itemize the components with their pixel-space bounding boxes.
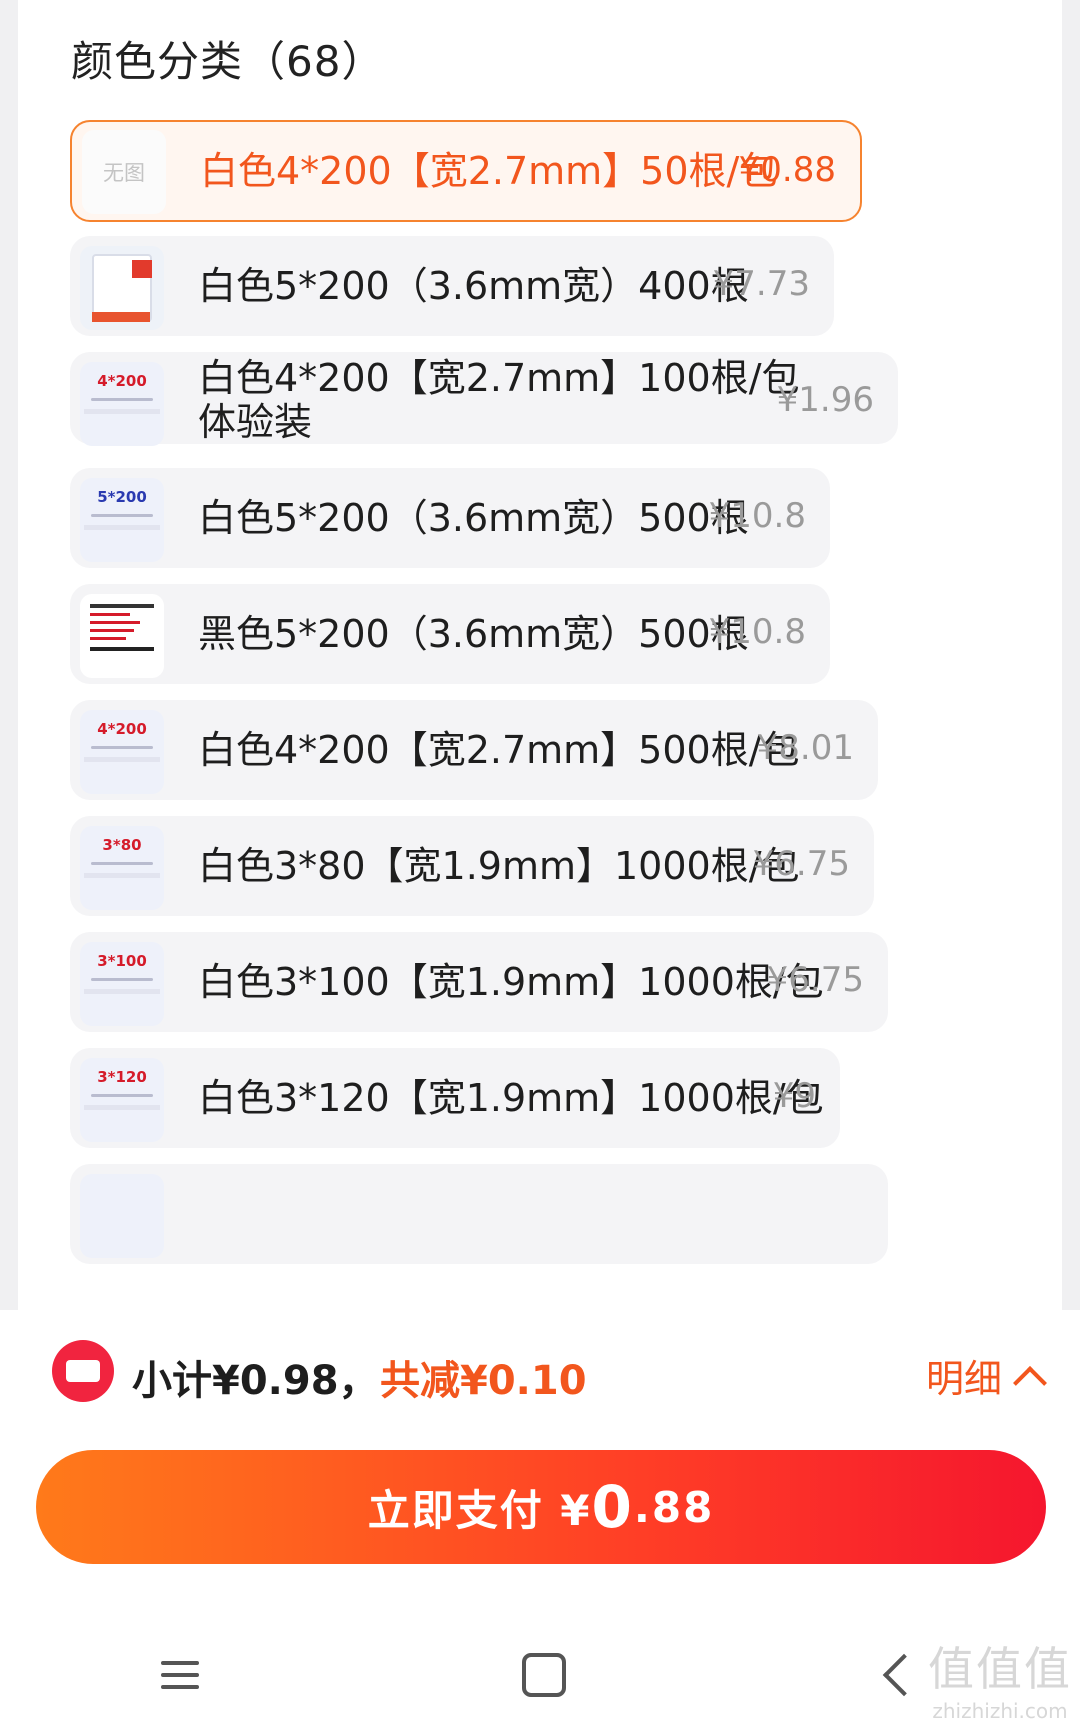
pay-amount-decimal: .88 (633, 1482, 715, 1532)
option-item[interactable]: 3*100 白色3*100【宽1.9mm】1000根/包 ¥6.75 (70, 932, 888, 1032)
option-item[interactable]: 4*200 白色4*200【宽2.7mm】100根/包 体验装 ¥1.96 (70, 352, 898, 446)
option-label: 白色5*200（3.6mm宽）500根 (198, 496, 749, 540)
option-label: 白色5*200（3.6mm宽）400根 (198, 264, 749, 308)
option-item[interactable]: 3*80 白色3*80【宽1.9mm】1000根/包 ¥6.75 (70, 816, 874, 916)
back-icon[interactable] (882, 1653, 925, 1696)
thumb-footer-shape (84, 757, 160, 762)
option-label-line1: 白色4*200【宽2.7mm】100根/包 (198, 356, 800, 400)
option-label: 白色3*120【宽1.9mm】1000根/包 (198, 1076, 824, 1120)
option-thumbnail: 3*120 (80, 1058, 164, 1142)
option-label: 白色4*200【宽2.7mm】50根/包 (200, 149, 778, 193)
subtotal-text: 小计¥0.98， (132, 1358, 379, 1404)
option-item-partial[interactable] (70, 1164, 888, 1264)
option-price: ¥10.8 (708, 612, 806, 652)
thumb-footer-shape (84, 873, 160, 878)
watermark-logo: 值值值 (928, 1642, 1072, 1696)
thumb-model-text: 3*100 (97, 952, 147, 970)
option-thumbnail: 3*100 (80, 942, 164, 1026)
discount-text: 共减¥0.10 (380, 1358, 587, 1404)
thumb-footer-shape (84, 409, 160, 414)
thumb-footer-shape (84, 525, 160, 530)
option-item[interactable]: 无图 白色4*200【宽2.7mm】50根/包 ¥0.88 (70, 120, 862, 222)
option-item[interactable]: 4*200 白色4*200【宽2.7mm】500根/包 ¥8.01 (70, 700, 878, 800)
thumb-model-text: 4*200 (97, 720, 147, 738)
thumb-model-text: 5*200 (97, 488, 147, 506)
watermark-url: zhizhizhi.com (932, 1699, 1068, 1723)
cable-tie-image (91, 978, 153, 981)
option-label-line2: 体验装 (198, 400, 313, 444)
option-label: 黑色5*200（3.6mm宽）500根 (198, 612, 749, 656)
option-thumbnail (80, 246, 164, 330)
system-nav-bar (0, 1620, 1080, 1729)
option-thumbnail: 3*80 (80, 826, 164, 910)
option-price: ¥1.96 (776, 380, 874, 420)
cable-tie-image (91, 398, 153, 401)
option-label: 白色3*100【宽1.9mm】1000根/包 (198, 960, 824, 1004)
option-label: 白色3*80【宽1.9mm】1000根/包 (198, 844, 800, 888)
red-banner-shape (92, 312, 150, 322)
coupon-icon (52, 1340, 114, 1402)
option-price: ¥8.01 (756, 728, 854, 768)
red-tag-shape (132, 260, 152, 278)
no-image-placeholder: 无图 (103, 161, 145, 185)
option-thumbnail: 4*200 (80, 362, 164, 446)
cable-tie-image (91, 862, 153, 865)
detail-toggle[interactable]: 明细 (925, 1348, 1047, 1403)
pay-button-label: 立即支付 ¥ (367, 1485, 592, 1535)
thumb-footer-shape (84, 1105, 160, 1110)
option-price: ¥10.8 (708, 496, 806, 536)
thumb-model-text: 3*120 (97, 1068, 147, 1086)
chevron-up-icon (1013, 1365, 1047, 1400)
option-price: ¥7.73 (712, 264, 810, 304)
cable-tie-image (91, 1094, 153, 1097)
pay-amount-integer: 0 (591, 1473, 634, 1541)
option-price: ¥0.88 (738, 150, 836, 190)
option-label: 白色4*200【宽2.7mm】500根/包 (198, 728, 800, 772)
cable-tie-image (91, 514, 153, 517)
menu-icon[interactable] (161, 1653, 200, 1697)
detail-label: 明细 (925, 1357, 1002, 1401)
section-title: 颜色分类（68） (71, 37, 385, 86)
thumb-footer-shape (84, 989, 160, 994)
cable-tie-image (91, 746, 153, 749)
option-thumbnail: 5*200 (80, 478, 164, 562)
option-price: ¥6.75 (766, 960, 864, 1000)
option-item[interactable]: 3*120 白色3*120【宽1.9mm】1000根/包 ¥9 (70, 1048, 840, 1148)
spec-chart-image (90, 604, 154, 651)
product-bag-image (92, 254, 152, 322)
option-thumbnail: 无图 (82, 130, 166, 214)
option-item[interactable]: 白色5*200（3.6mm宽）400根 ¥7.73 (70, 236, 834, 336)
option-item[interactable]: 5*200 白色5*200（3.6mm宽）500根 ¥10.8 (70, 468, 830, 568)
option-item[interactable]: 黑色5*200（3.6mm宽）500根 ¥10.8 (70, 584, 830, 684)
thumb-model-text: 3*80 (102, 836, 142, 854)
watermark: 值值值 zhizhizhi.com (928, 1633, 1072, 1723)
sku-selection-sheet: 颜色分类（68） 无图 白色4*200【宽2.7mm】50根/包 ¥0.88 白… (18, 0, 1062, 1310)
thumb-model-text: 4*200 (97, 372, 147, 390)
option-price: ¥9 (772, 1076, 816, 1116)
home-icon[interactable] (521, 1652, 566, 1697)
pay-now-button[interactable]: 立即支付 ¥ 0 .88 (36, 1450, 1046, 1564)
option-price: ¥6.75 (752, 844, 850, 884)
option-thumbnail (80, 1174, 164, 1258)
option-thumbnail: 4*200 (80, 710, 164, 794)
option-thumbnail (80, 594, 164, 678)
